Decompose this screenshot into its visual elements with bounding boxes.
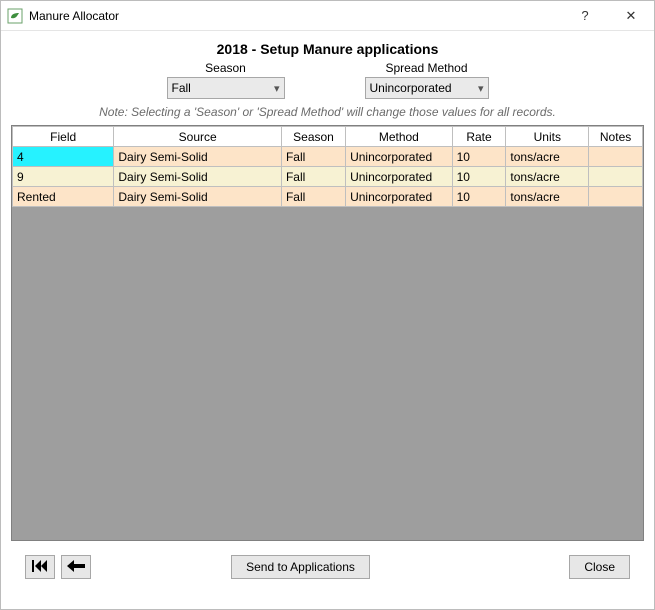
cell-units[interactable]: tons/acre bbox=[506, 187, 589, 207]
col-notes[interactable]: Notes bbox=[589, 127, 643, 147]
footer: Send to Applications Close bbox=[11, 541, 644, 593]
cell-rate[interactable]: 10 bbox=[452, 147, 506, 167]
spread-method-value: Unincorporated bbox=[370, 81, 478, 95]
applications-grid[interactable]: Field Source Season Method Rate Units No… bbox=[12, 126, 643, 207]
page-title: 2018 - Setup Manure applications bbox=[11, 41, 644, 57]
cell-field[interactable]: 4 bbox=[13, 147, 114, 167]
cell-field[interactable]: Rented bbox=[13, 187, 114, 207]
undo-icon bbox=[67, 560, 85, 575]
table-row[interactable]: 4Dairy Semi-SolidFallUnincorporated10ton… bbox=[13, 147, 643, 167]
chevron-down-icon: ▾ bbox=[478, 82, 484, 95]
titlebar: Manure Allocator ? ✕ bbox=[1, 1, 654, 31]
cell-rate[interactable]: 10 bbox=[452, 187, 506, 207]
spread-method-selector-group: Spread Method Unincorporated ▾ bbox=[365, 61, 489, 99]
cell-rate[interactable]: 10 bbox=[452, 167, 506, 187]
col-season[interactable]: Season bbox=[281, 127, 345, 147]
cell-units[interactable]: tons/acre bbox=[506, 147, 589, 167]
cell-method[interactable]: Unincorporated bbox=[346, 187, 453, 207]
cell-source[interactable]: Dairy Semi-Solid bbox=[114, 167, 282, 187]
chevron-down-icon: ▾ bbox=[274, 82, 280, 95]
col-source[interactable]: Source bbox=[114, 127, 282, 147]
close-button[interactable]: Close bbox=[569, 555, 630, 579]
cell-source[interactable]: Dairy Semi-Solid bbox=[114, 147, 282, 167]
note-text: Note: Selecting a 'Season' or 'Spread Me… bbox=[11, 105, 644, 119]
col-units[interactable]: Units bbox=[506, 127, 589, 147]
selector-row: Season Fall ▾ Spread Method Unincorporat… bbox=[11, 61, 644, 99]
season-selector-group: Season Fall ▾ bbox=[167, 61, 285, 99]
cell-source[interactable]: Dairy Semi-Solid bbox=[114, 187, 282, 207]
undo-button[interactable] bbox=[61, 555, 91, 579]
cell-method[interactable]: Unincorporated bbox=[346, 147, 453, 167]
spread-method-combobox[interactable]: Unincorporated ▾ bbox=[365, 77, 489, 99]
window-close-button[interactable]: ✕ bbox=[608, 1, 654, 31]
table-row[interactable]: RentedDairy Semi-SolidFallUnincorporated… bbox=[13, 187, 643, 207]
col-field[interactable]: Field bbox=[13, 127, 114, 147]
grid-header-row: Field Source Season Method Rate Units No… bbox=[13, 127, 643, 147]
cell-method[interactable]: Unincorporated bbox=[346, 167, 453, 187]
cell-units[interactable]: tons/acre bbox=[506, 167, 589, 187]
col-method[interactable]: Method bbox=[346, 127, 453, 147]
app-icon bbox=[7, 8, 23, 24]
first-record-icon bbox=[32, 560, 48, 575]
first-record-button[interactable] bbox=[25, 555, 55, 579]
content-area: 2018 - Setup Manure applications Season … bbox=[1, 31, 654, 609]
send-to-applications-button[interactable]: Send to Applications bbox=[231, 555, 370, 579]
season-value: Fall bbox=[172, 81, 274, 95]
cell-notes[interactable] bbox=[589, 167, 643, 187]
window-title: Manure Allocator bbox=[29, 9, 119, 23]
season-label: Season bbox=[205, 61, 246, 75]
cell-season[interactable]: Fall bbox=[281, 147, 345, 167]
grid-frame: Field Source Season Method Rate Units No… bbox=[11, 125, 644, 541]
cell-field[interactable]: 9 bbox=[13, 167, 114, 187]
spread-method-label: Spread Method bbox=[385, 61, 467, 75]
cell-season[interactable]: Fall bbox=[281, 187, 345, 207]
manure-allocator-window: { "window": { "title": "Manure Allocator… bbox=[0, 0, 655, 610]
col-rate[interactable]: Rate bbox=[452, 127, 506, 147]
help-button[interactable]: ? bbox=[562, 1, 608, 31]
cell-season[interactable]: Fall bbox=[281, 167, 345, 187]
cell-notes[interactable] bbox=[589, 187, 643, 207]
season-combobox[interactable]: Fall ▾ bbox=[167, 77, 285, 99]
cell-notes[interactable] bbox=[589, 147, 643, 167]
table-row[interactable]: 9Dairy Semi-SolidFallUnincorporated10ton… bbox=[13, 167, 643, 187]
